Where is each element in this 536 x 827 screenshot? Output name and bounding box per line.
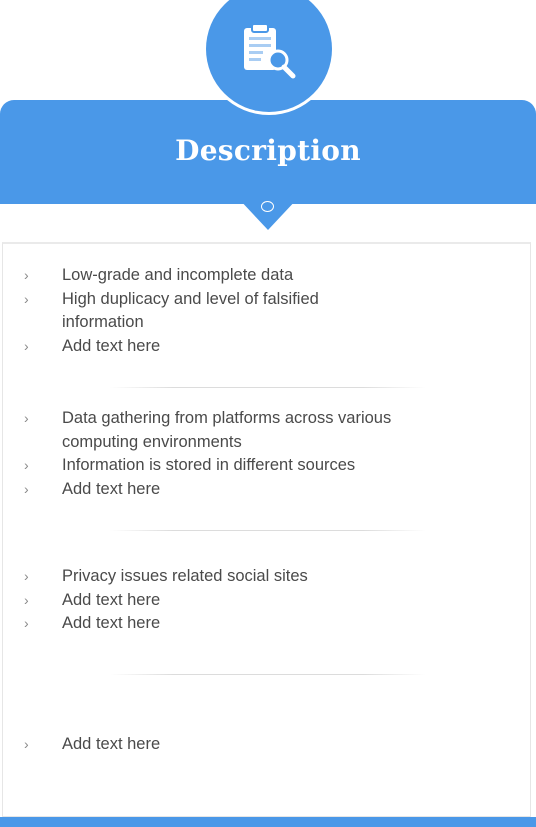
chevron-right-icon: › bbox=[24, 290, 29, 307]
clipboard-search-icon bbox=[244, 23, 296, 79]
chevron-right-icon: › bbox=[24, 615, 29, 631]
divider bbox=[110, 530, 426, 531]
header-icon-circle bbox=[206, 0, 332, 112]
pointer-dot bbox=[261, 201, 274, 212]
list-item: › Information is stored in different sou… bbox=[24, 454, 422, 478]
list-item: › Privacy issues related social sites bbox=[24, 565, 308, 589]
description-group-3: › Privacy issues related social sites › … bbox=[24, 565, 308, 636]
list-item: › Add text here bbox=[24, 335, 342, 359]
chevron-right-icon: › bbox=[24, 410, 29, 426]
divider bbox=[110, 387, 426, 388]
chevron-right-icon: › bbox=[24, 736, 29, 752]
description-group-2: › Data gathering from platforms across v… bbox=[24, 407, 422, 501]
page-title: Description bbox=[175, 134, 361, 167]
description-group-1: › Low-grade and incomplete data › High d… bbox=[24, 264, 342, 358]
divider bbox=[110, 674, 426, 675]
bottom-accent-bar bbox=[0, 817, 536, 827]
list-item: › Low-grade and incomplete data bbox=[24, 264, 342, 288]
chevron-right-icon: › bbox=[24, 267, 29, 283]
list-item: › Add text here bbox=[24, 733, 160, 757]
list-item: › Add text here bbox=[24, 612, 308, 636]
chevron-right-icon: › bbox=[24, 337, 29, 354]
chevron-right-icon: › bbox=[24, 591, 29, 608]
list-item: › Add text here bbox=[24, 478, 422, 502]
list-item: › High duplicacy and level of falsified … bbox=[24, 289, 319, 332]
list-item: › Data gathering from platforms across v… bbox=[24, 409, 392, 451]
list-item: › Add text here bbox=[24, 589, 308, 613]
chevron-right-icon: › bbox=[24, 457, 29, 473]
description-group-4: › Add text here bbox=[24, 733, 160, 757]
chevron-right-icon: › bbox=[24, 480, 29, 497]
chevron-right-icon: › bbox=[24, 568, 29, 584]
